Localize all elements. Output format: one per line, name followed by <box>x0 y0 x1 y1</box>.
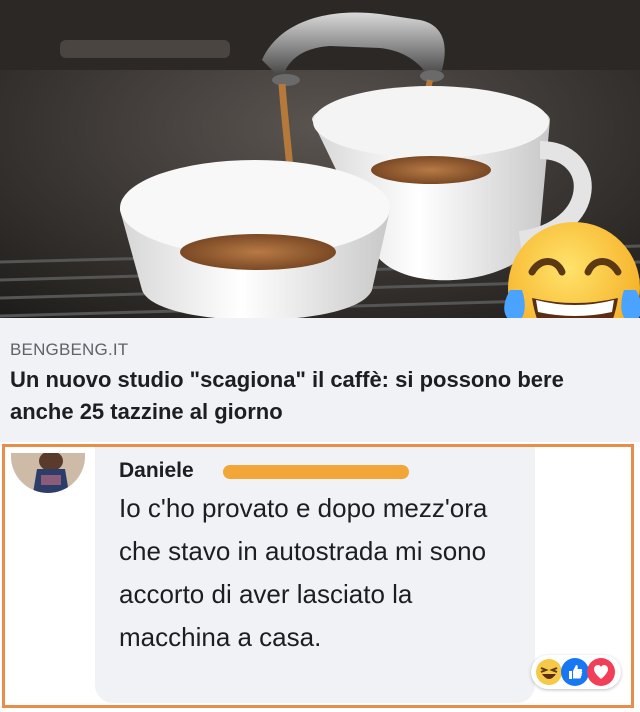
comment-author[interactable]: Daniele <box>119 459 194 483</box>
haha-icon <box>535 658 563 686</box>
highlighted-comment: Daniele Io c'ho provato e dopo mezz'ora … <box>2 444 634 708</box>
comment-text: Io c'ho provato e dopo mezz'ora che stav… <box>119 493 488 652</box>
avatar[interactable] <box>11 453 85 493</box>
redaction-mark <box>223 465 409 479</box>
comment-bubble: Daniele Io c'ho provato e dopo mezz'ora … <box>95 447 535 703</box>
reaction-summary[interactable] <box>531 655 621 689</box>
love-icon <box>587 658 615 686</box>
link-preview[interactable]: BENGBENG.IT Un nuovo studio "scagiona" i… <box>0 318 640 442</box>
link-domain: BENGBENG.IT <box>10 340 129 359</box>
like-icon <box>561 658 589 686</box>
link-headline[interactable]: Un nuovo studio "scagiona" il caffè: si … <box>10 364 630 428</box>
